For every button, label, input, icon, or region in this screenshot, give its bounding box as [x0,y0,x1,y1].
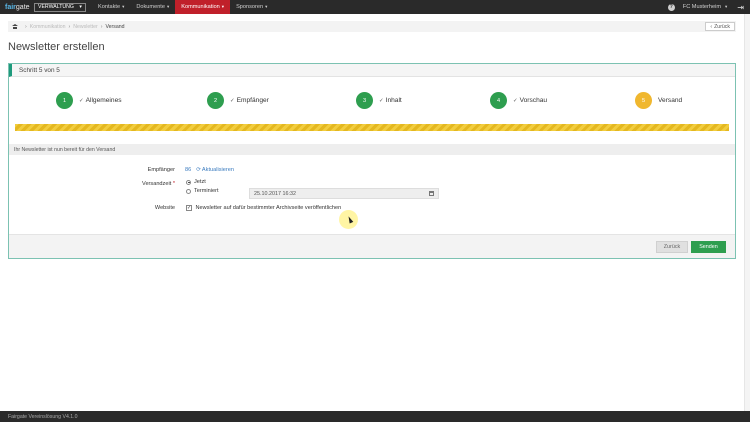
module-select[interactable]: VERWALTUNG ▾ [34,2,86,12]
check-icon: ✓ [513,97,518,104]
nav-label: Sponsoren [236,4,264,10]
calendar-icon[interactable] [429,191,434,196]
step-number: 1 [56,92,73,109]
recipients-row: 86 ⟳ Aktualisieren [185,167,234,173]
option-scheduled-label: Terminiert [194,188,219,194]
breadcrumb-item-kommunikation[interactable]: Kommunikation [30,24,66,30]
refresh-icon[interactable]: ⟳ [196,167,201,173]
ready-info: Ihr Newsletter ist nun bereit für den Ve… [9,144,735,155]
wizard-panel: Schritt 5 von 5 1 ✓ Allgemeines 2 ✓ Empf… [8,63,736,259]
nav-kommunikation[interactable]: Kommunikation ▾ [175,0,231,14]
required-marker: * [172,181,175,187]
breadcrumb-separator: › [25,23,27,30]
send-button[interactable]: Senden [691,241,726,253]
option-scheduled[interactable]: Terminiert [186,188,219,194]
step-number: 4 [490,92,507,109]
step-label: Inhalt [385,97,402,104]
step-number: 2 [207,92,224,109]
step-label: Versand [658,97,683,104]
website-checkbox-label: Newsletter auf dafür bestimmter Archivse… [195,205,342,211]
nav-kontakte[interactable]: Kontakte ▾ [92,0,130,14]
check-icon: ✓ [230,97,235,104]
brand-sub: gate [15,3,30,11]
check-icon: ✓ [379,97,384,104]
send-time-label: Versandzeit * [95,181,175,187]
website-checkbox[interactable]: ✓ [186,205,192,211]
wizard-header: Schritt 5 von 5 [9,64,735,77]
check-icon: ✓ [79,97,84,104]
wizard-step-versand: 5 Versand [635,92,682,109]
nav-label: Kommunikation [181,4,220,10]
club-name[interactable]: FC Musterheim [683,4,721,10]
website-label: Website [154,205,175,211]
back-label: Zurück [714,23,730,30]
wizard-progress-bar [15,124,729,131]
help-icon[interactable]: ? [667,3,675,11]
recipients-count[interactable]: 86 [185,167,191,173]
nav-dokumente[interactable]: Dokumente ▾ [130,0,175,14]
step-label: Allgemeines [85,97,122,104]
option-now-label: Jetzt [194,179,206,185]
app-footer: Fairgate Vereinslösung V4.1.0 [0,411,750,422]
breadcrumb-back-button[interactable]: ‹ Zurück [705,22,735,31]
schedule-datetime-value: 25.10.2017 16:32 [254,190,296,197]
chevron-down-icon: ▾ [221,4,225,9]
brand-logo[interactable]: fairgate [0,4,34,11]
breadcrumb: › Kommunikation › Newsletter › Versand ‹… [8,21,736,32]
nav-label: Dokumente [136,4,165,10]
chevron-down-icon: ▾ [79,4,82,10]
refresh-link[interactable]: Aktualisieren [202,167,234,173]
wizard-step-allgemeines[interactable]: 1 ✓ Allgemeines [56,92,122,109]
back-button[interactable]: Zurück [656,241,688,253]
step-label: Vorschau [519,97,548,104]
radio-now[interactable] [186,179,191,185]
breadcrumb-separator: › [100,23,103,30]
chevron-down-icon: ▾ [265,4,268,9]
chevron-down-icon: ▾ [166,4,170,9]
brand-main: fair [5,3,16,11]
send-time-label-text: Versandzeit [142,181,172,187]
chevron-down-icon[interactable]: ▾ [725,4,727,10]
website-option[interactable]: ✓ Newsletter auf dafür bestimmter Archiv… [186,205,341,211]
radio-scheduled[interactable] [186,188,191,194]
step-number: 5 [635,92,652,109]
schedule-datetime-input[interactable]: 25.10.2017 16:32 [249,188,439,199]
home-icon[interactable] [12,24,18,29]
option-now[interactable]: Jetzt [186,179,206,185]
step-label: Empfänger [236,97,269,104]
chevron-down-icon: ▾ [122,4,125,9]
nav-sponsoren[interactable]: Sponsoren ▾ [230,0,273,14]
breadcrumb-separator: › [68,23,71,30]
top-navbar: fairgate VERWALTUNG ▾ Kontakte ▾ Dokument… [0,0,750,14]
wizard-step-vorschau[interactable]: 4 ✓ Vorschau [490,92,547,109]
logout-icon[interactable]: ⇥ [737,3,744,12]
wizard-footer: Zurück Senden [9,234,735,258]
wizard-steps: 1 ✓ Allgemeines 2 ✓ Empfänger 3 ✓ Inhalt… [9,92,735,112]
breadcrumb-current: Versand [105,23,125,30]
chevron-left-icon: ‹ [710,23,713,30]
nav-label: Kontakte [98,4,121,10]
wizard-step-inhalt[interactable]: 3 ✓ Inhalt [356,92,402,109]
page-title: Newsletter erstellen [8,41,105,53]
module-select-value: VERWALTUNG [38,4,74,10]
step-number: 3 [356,92,373,109]
recipients-label: Empfänger [147,167,175,173]
topbar-right: ? FC Musterheim ▾ ⇥ [667,0,750,14]
breadcrumb-item-newsletter[interactable]: Newsletter [73,24,98,30]
wizard-step-empfaenger[interactable]: 2 ✓ Empfänger [207,92,269,109]
page-scrollbar[interactable] [744,14,750,411]
